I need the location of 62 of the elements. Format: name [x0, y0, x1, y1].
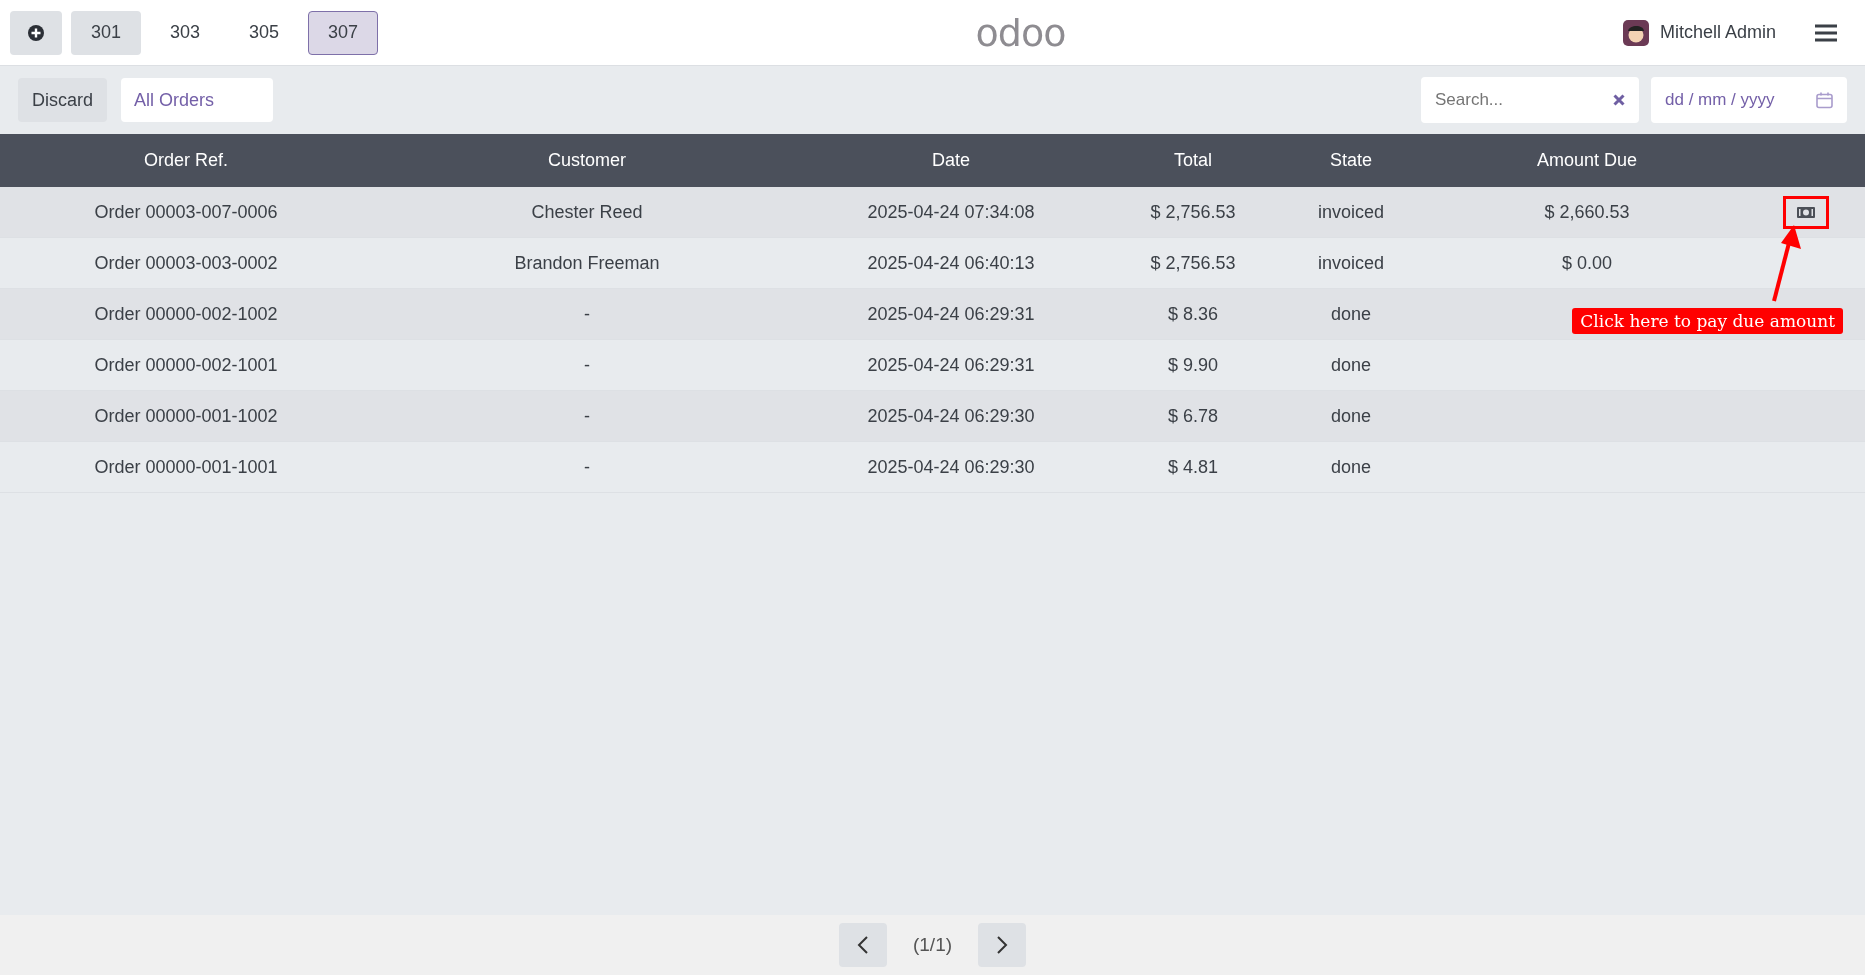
chevron-left-icon: [856, 935, 869, 955]
column-header: Customer: [547, 150, 627, 171]
table-cell: -: [584, 354, 590, 376]
filter-dropdown[interactable]: All Orders: [121, 78, 273, 122]
date-field[interactable]: dd / mm / yyyy: [1651, 77, 1847, 123]
table-cell: 2025-04-24 06:29:31: [867, 354, 1035, 376]
table-cell: $ 2,660.53: [1544, 201, 1630, 223]
table-cell: done: [1330, 303, 1371, 325]
table-cell: Order 00003-007-0006: [94, 201, 278, 223]
table-cell: Brandon Freeman: [514, 252, 660, 274]
table-cell: $ 9.90: [1167, 354, 1218, 376]
table-cell: 2025-04-24 06:29:31: [867, 303, 1035, 325]
table-cell: $ 2,756.53: [1150, 201, 1236, 223]
calendar-icon: [1816, 91, 1833, 109]
discard-button[interactable]: Discard: [18, 78, 107, 122]
column-header: State: [1329, 150, 1373, 171]
table-cell: -: [584, 405, 590, 427]
next-button[interactable]: [978, 923, 1027, 967]
table-cell: $ 8.36: [1167, 303, 1218, 325]
table-cell: -: [584, 456, 590, 478]
annotation-callout: Click here to pay due amount: [1572, 308, 1843, 334]
table-cell: 2025-04-24 06:29:30: [867, 405, 1035, 427]
column-header: Amount Due: [1535, 150, 1639, 171]
clear-icon[interactable]: [1613, 94, 1625, 106]
column-header: Order Ref.: [143, 150, 229, 171]
table-cell: $ 0.00: [1561, 252, 1612, 274]
column-header: Date: [931, 150, 971, 171]
previous-button[interactable]: [838, 923, 887, 967]
menu-icon[interactable]: [1815, 23, 1837, 42]
table-cell: done: [1330, 354, 1371, 376]
table-cell: 2025-04-24 06:29:30: [867, 456, 1035, 478]
table-cell: $ 2,756.53: [1150, 252, 1236, 274]
table-cell: Order 00000-002-1001: [94, 354, 278, 376]
order-tab[interactable]: 305: [229, 10, 299, 55]
table-cell: 2025-04-24 06:40:13: [867, 252, 1035, 274]
cash-icon: [1796, 206, 1815, 218]
page-indicator: (1/1): [912, 934, 953, 956]
chevron-right-icon: [996, 935, 1009, 955]
search-field[interactable]: Search...: [1421, 77, 1639, 123]
order-tab[interactable]: 307: [308, 10, 378, 55]
order-tab[interactable]: 303: [150, 10, 220, 55]
table-cell: $ 4.81: [1167, 456, 1218, 478]
table-cell: Order 00000-002-1002: [94, 303, 278, 325]
table-cell: done: [1330, 456, 1371, 478]
table-cell: invoiced: [1317, 252, 1384, 274]
avatar-icon: [1622, 19, 1649, 46]
logo: odoo: [975, 10, 1066, 55]
pay-button[interactable]: [1782, 195, 1829, 229]
table-cell: Chester Reed: [531, 201, 643, 223]
table-cell: Order 00000-001-1002: [94, 405, 278, 427]
add-button[interactable]: [10, 10, 62, 55]
table-cell: Order 00003-003-0002: [94, 252, 278, 274]
user-name[interactable]: Mitchell Admin: [1659, 22, 1776, 43]
table-cell: Order 00000-001-1001: [94, 456, 278, 478]
table-cell: $ 6.78: [1167, 405, 1218, 427]
table-cell: invoiced: [1317, 201, 1384, 223]
column-header: Total: [1173, 150, 1213, 171]
table-cell: 2025-04-24 07:34:08: [867, 201, 1035, 223]
table-cell: -: [584, 303, 590, 325]
plus-circle-icon: [27, 23, 45, 42]
order-tab[interactable]: 301: [71, 10, 141, 55]
table-cell: done: [1330, 405, 1371, 427]
